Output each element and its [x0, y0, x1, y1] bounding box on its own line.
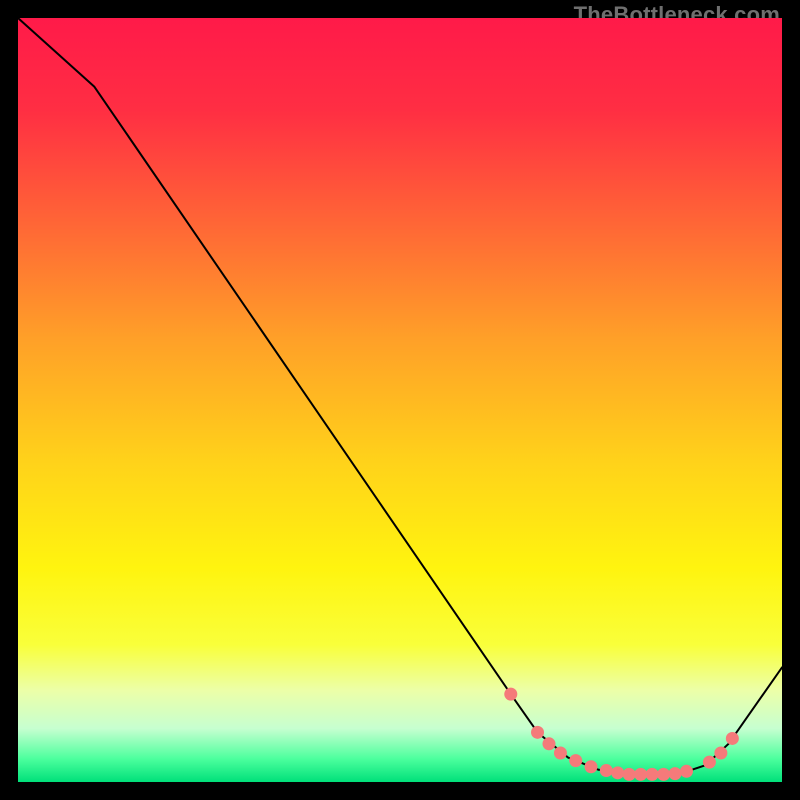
highlight-point: [680, 765, 693, 778]
chart-stage: TheBottleneck.com: [0, 0, 800, 800]
highlight-point: [504, 688, 517, 701]
highlight-point: [669, 767, 682, 780]
highlight-point: [634, 768, 647, 781]
highlight-point: [714, 746, 727, 759]
highlight-point: [600, 764, 613, 777]
highlight-point: [542, 737, 555, 750]
highlight-point: [585, 760, 598, 773]
highlight-point: [646, 768, 659, 781]
highlight-point: [657, 768, 670, 781]
highlight-point: [611, 766, 624, 779]
highlight-point: [531, 726, 544, 739]
highlight-point: [623, 768, 636, 781]
highlight-point: [703, 756, 716, 769]
highlight-point: [726, 732, 739, 745]
bottleneck-chart: [18, 18, 782, 782]
highlight-point: [569, 754, 582, 767]
gradient-background: [18, 18, 782, 782]
highlight-point: [554, 746, 567, 759]
